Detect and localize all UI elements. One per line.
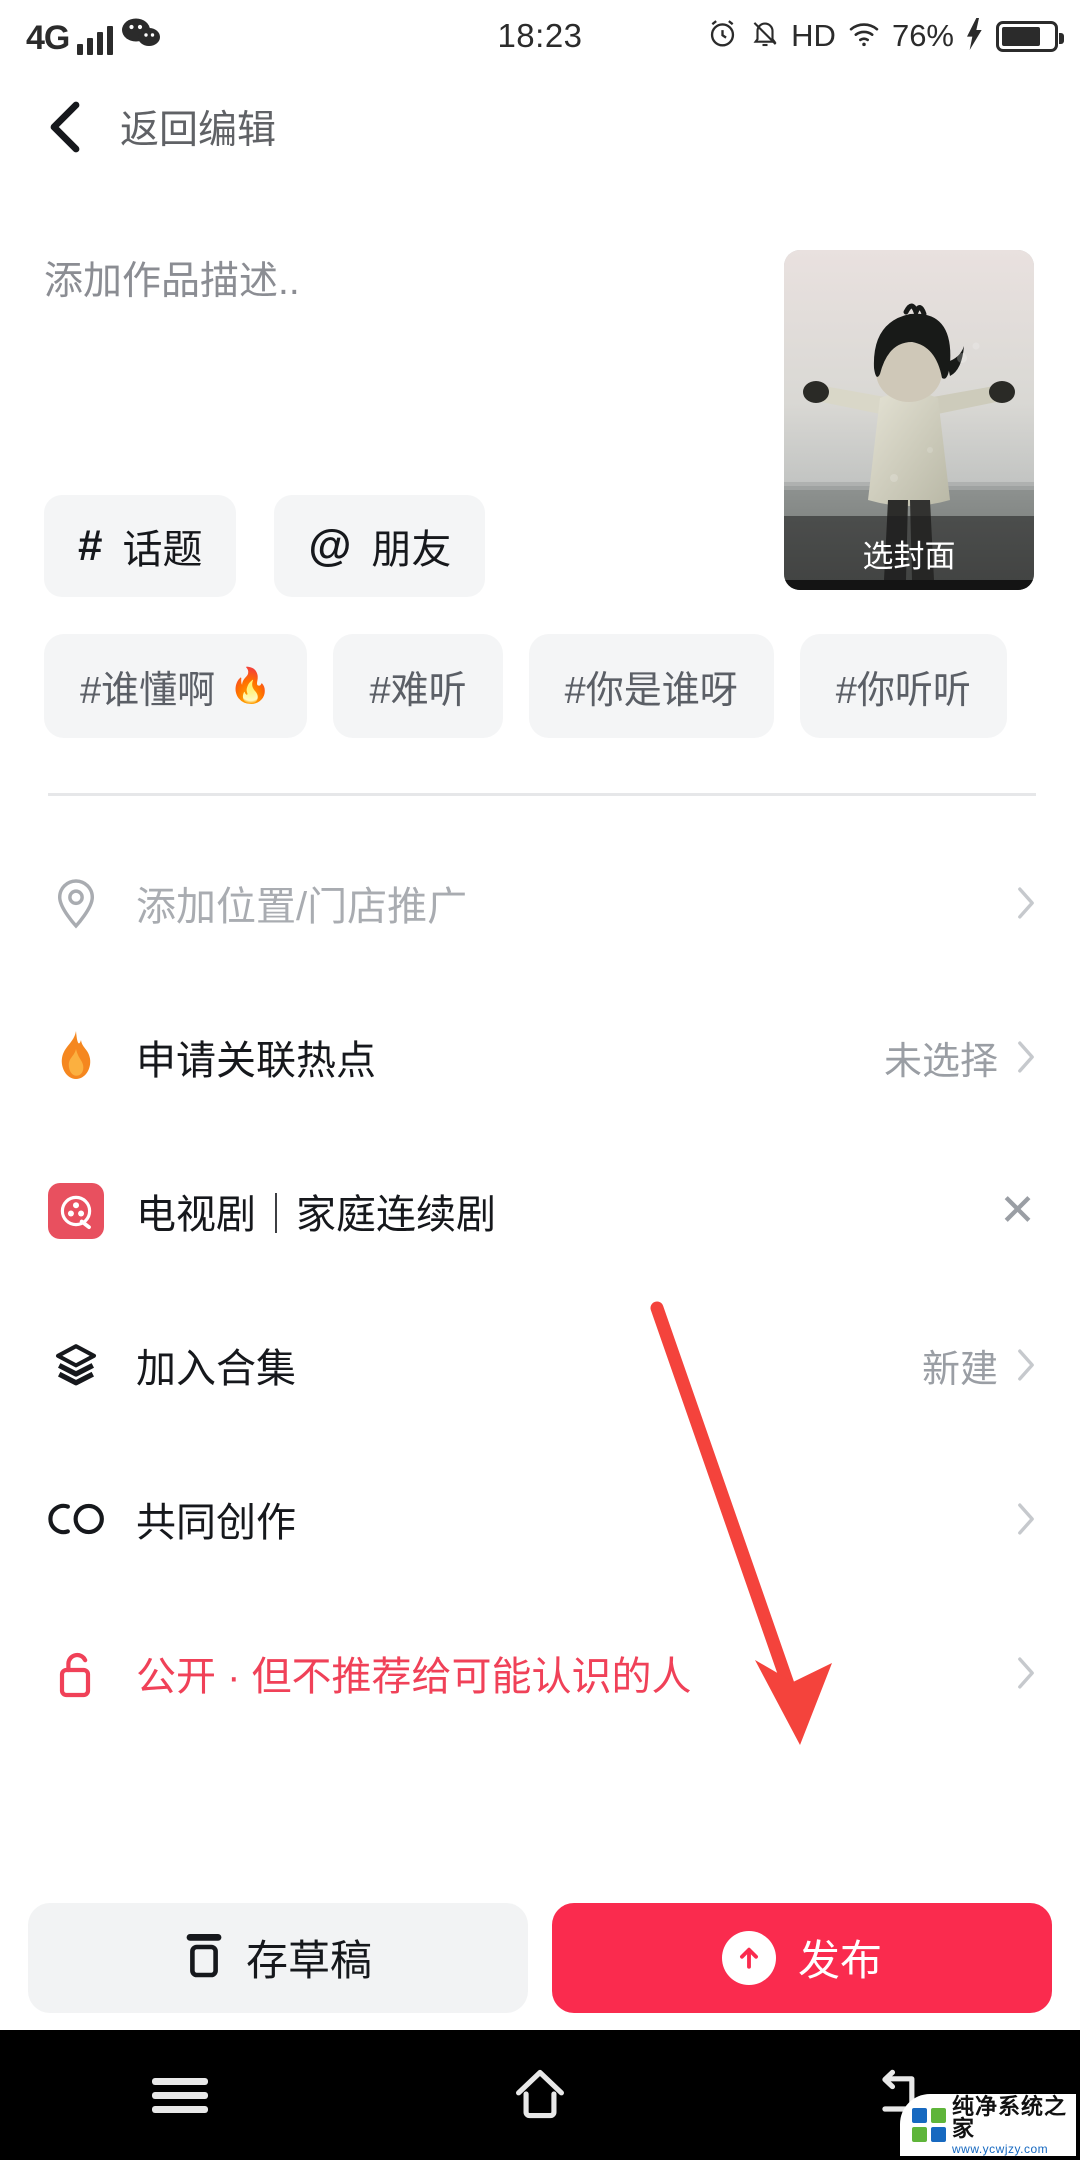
status-bar-right: HD 76% bbox=[706, 17, 1064, 55]
watermark-logo-icon bbox=[912, 2108, 946, 2142]
option-row-cocreate[interactable]: 共同创作 bbox=[0, 1442, 1080, 1596]
option-row-collection[interactable]: 加入合集 新建 bbox=[0, 1288, 1080, 1442]
close-icon[interactable]: ✕ bbox=[999, 1189, 1036, 1233]
topic-button[interactable]: # 话题 bbox=[44, 495, 237, 597]
phone-screen: 4G 18:23 HD 76% 返回编辑 添加作品描述.. 选封面 # 话题 @… bbox=[0, 0, 1080, 2160]
friend-button[interactable]: @ 朋友 bbox=[274, 495, 486, 597]
unlock-icon bbox=[44, 1647, 108, 1699]
flame-icon bbox=[44, 1031, 108, 1083]
back-chevron-icon[interactable] bbox=[44, 99, 88, 155]
header-title[interactable]: 返回编辑 bbox=[120, 99, 276, 155]
option-accessory[interactable]: 未选择 bbox=[884, 1030, 1036, 1085]
option-row-location[interactable]: 添加位置/门店推广 bbox=[0, 826, 1080, 980]
cover-thumbnail[interactable]: 选封面 bbox=[784, 250, 1034, 590]
option-accessory[interactable]: ✕ bbox=[999, 1189, 1036, 1233]
watermark-name: 纯净系统之家 bbox=[952, 2093, 1068, 2141]
option-row-hot-topic[interactable]: 申请关联热点 未选择 bbox=[0, 980, 1080, 1134]
option-row-tv-drama[interactable]: 电视剧｜家庭连续剧 ✕ bbox=[0, 1134, 1080, 1288]
chevron-right-icon bbox=[1016, 1348, 1036, 1382]
suggested-tag-list[interactable]: #谁懂啊 🔥 #难听 #你是谁呀 #你听听 bbox=[44, 634, 1080, 738]
publish-button[interactable]: 发布 bbox=[552, 1902, 1052, 2013]
suggested-tag-chip[interactable]: #你听听 bbox=[799, 634, 1007, 738]
menu-icon[interactable] bbox=[120, 2060, 240, 2130]
watermark-url: www.ycwjzy.com bbox=[952, 2141, 1049, 2156]
save-draft-icon bbox=[184, 1931, 224, 1984]
at-icon: @ bbox=[308, 521, 352, 570]
co-create-icon bbox=[44, 1499, 108, 1539]
option-label: 共同创作 bbox=[136, 1501, 296, 1545]
friend-button-label: 朋友 bbox=[371, 528, 452, 572]
option-accessory[interactable] bbox=[1016, 886, 1036, 920]
save-draft-label: 存草稿 bbox=[245, 1937, 372, 1984]
option-accessory[interactable]: 新建 bbox=[922, 1338, 1036, 1393]
option-accessory[interactable] bbox=[1016, 1656, 1036, 1690]
chevron-right-icon bbox=[1016, 1656, 1036, 1690]
battery-percent-label: 76% bbox=[891, 18, 954, 53]
film-reel-badge bbox=[48, 1183, 104, 1239]
description-input[interactable]: 添加作品描述.. bbox=[44, 255, 684, 310]
topic-button-label: 话题 bbox=[122, 528, 203, 572]
quick-action-row: # 话题 @ 朋友 bbox=[44, 495, 486, 597]
chevron-right-icon bbox=[1016, 1502, 1036, 1536]
watermark-text: 纯净系统之家 www.ycwjzy.com bbox=[952, 2093, 1076, 2156]
wifi-icon bbox=[847, 19, 881, 54]
tv-drama-icon bbox=[44, 1183, 108, 1239]
alarm-clock-icon bbox=[706, 17, 739, 55]
option-label: 添加位置/门店推广 bbox=[136, 885, 468, 929]
option-row-privacy[interactable]: 公开 · 但不推荐给可能认识的人 bbox=[0, 1596, 1080, 1750]
hash-icon: # bbox=[78, 521, 103, 570]
suggested-tag-chip[interactable]: #你是谁呀 bbox=[528, 634, 774, 738]
chevron-right-icon bbox=[1016, 886, 1036, 920]
suggested-tag-chip[interactable]: #难听 bbox=[333, 634, 503, 738]
option-label: 电视剧｜家庭连续剧 bbox=[136, 1193, 496, 1237]
suggested-tag-label: #难听 bbox=[369, 669, 467, 712]
save-draft-button[interactable]: 存草稿 bbox=[28, 1902, 528, 2013]
option-label: 加入合集 bbox=[136, 1347, 296, 1391]
page-header: 返回编辑 bbox=[0, 72, 1080, 182]
flame-icon: 🔥 bbox=[229, 667, 272, 705]
option-value: 新建 bbox=[921, 1348, 998, 1391]
hd-label: HD bbox=[791, 18, 836, 53]
suggested-tag-label: #谁懂啊 bbox=[80, 669, 216, 712]
option-label: 公开 · 但不推荐给可能认识的人 bbox=[136, 1655, 692, 1699]
layers-icon bbox=[44, 1341, 108, 1389]
option-accessory[interactable] bbox=[1016, 1502, 1036, 1536]
bottom-action-bar: 存草稿 发布 bbox=[0, 1895, 1080, 2020]
publish-label: 发布 bbox=[797, 1937, 882, 1984]
option-label: 申请关联热点 bbox=[136, 1039, 376, 1083]
section-divider bbox=[48, 793, 1036, 796]
chevron-right-icon bbox=[1016, 1040, 1036, 1074]
suggested-tag-chip[interactable]: #谁懂啊 🔥 bbox=[44, 634, 308, 738]
battery-icon bbox=[996, 20, 1064, 52]
home-icon[interactable] bbox=[480, 2060, 600, 2130]
cover-select-label[interactable]: 选封面 bbox=[784, 516, 1034, 590]
bell-muted-icon bbox=[750, 17, 780, 55]
location-pin-icon bbox=[44, 876, 108, 930]
suggested-tag-label: #你听听 bbox=[835, 669, 971, 712]
option-list: 添加位置/门店推广 申请关联热点 未选择 电视剧｜家庭连续剧 ✕ 加入合集 新建… bbox=[0, 826, 1080, 1750]
site-watermark: 纯净系统之家 www.ycwjzy.com bbox=[900, 2094, 1076, 2156]
suggested-tag-label: #你是谁呀 bbox=[564, 669, 738, 712]
option-value: 未选择 bbox=[883, 1040, 998, 1083]
status-bar: 4G 18:23 HD 76% bbox=[0, 0, 1080, 72]
lightning-bolt-icon bbox=[965, 17, 985, 55]
upload-arrow-icon bbox=[721, 1930, 776, 1985]
